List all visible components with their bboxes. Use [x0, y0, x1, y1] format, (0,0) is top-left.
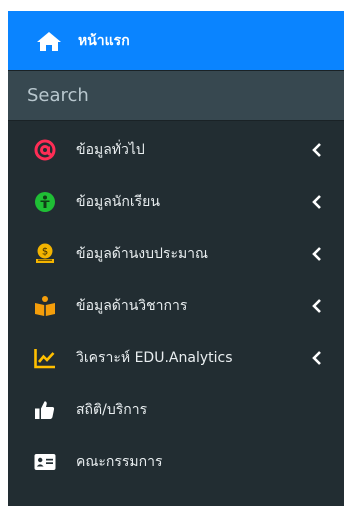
budget-icon: $ [30, 242, 60, 266]
home-icon [36, 30, 62, 52]
sidebar-item-analytics[interactable]: วิเคราะห์ EDU.Analytics [8, 332, 344, 384]
chevron-left-icon [312, 143, 322, 157]
sidebar-item-label: ข้อมูลด้านงบประมาณ [76, 246, 209, 262]
analytics-icon [30, 346, 60, 370]
thumbs-up-icon [30, 398, 60, 422]
sidebar-item-label: คณะกรรมการ [76, 454, 163, 470]
sidebar-item-label: วิเคราะห์ EDU.Analytics [76, 350, 233, 366]
chevron-left-icon [312, 195, 322, 209]
id-card-icon [30, 450, 60, 474]
sidebar-item-label: ข้อมูลทั่วไป [76, 142, 145, 158]
student-icon [30, 190, 60, 214]
sidebar-menu: ข้อมูลทั่วไป ข้อมูลนักเรียน $ ข้อมูลด้าน… [8, 124, 344, 488]
chevron-left-icon [312, 247, 322, 261]
sidebar-item-statistics[interactable]: สถิติ/บริการ [8, 384, 344, 436]
academic-icon [30, 294, 60, 318]
chevron-left-icon [312, 351, 322, 365]
sidebar-item-label: ข้อมูลด้านวิชาการ [76, 298, 188, 314]
sidebar: หน้าแรก ข้อมูลทั่วไป [8, 11, 344, 506]
sidebar-item-label: สถิติ/บริการ [76, 402, 148, 418]
sidebar-item-academic[interactable]: ข้อมูลด้านวิชาการ [8, 280, 344, 332]
sidebar-home-label: หน้าแรก [78, 32, 130, 49]
sidebar-item-general[interactable]: ข้อมูลทั่วไป [8, 124, 344, 176]
svg-text:$: $ [42, 247, 48, 258]
sidebar-item-budget[interactable]: $ ข้อมูลด้านงบประมาณ [8, 228, 344, 280]
chevron-left-icon [312, 299, 322, 313]
sidebar-item-label: ข้อมูลนักเรียน [76, 194, 160, 210]
at-icon [30, 138, 60, 162]
sidebar-search [8, 70, 344, 121]
search-input[interactable] [8, 70, 344, 121]
sidebar-item-committee[interactable]: คณะกรรมการ [8, 436, 344, 488]
sidebar-item-students[interactable]: ข้อมูลนักเรียน [8, 176, 344, 228]
sidebar-home-link[interactable]: หน้าแรก [8, 11, 344, 70]
